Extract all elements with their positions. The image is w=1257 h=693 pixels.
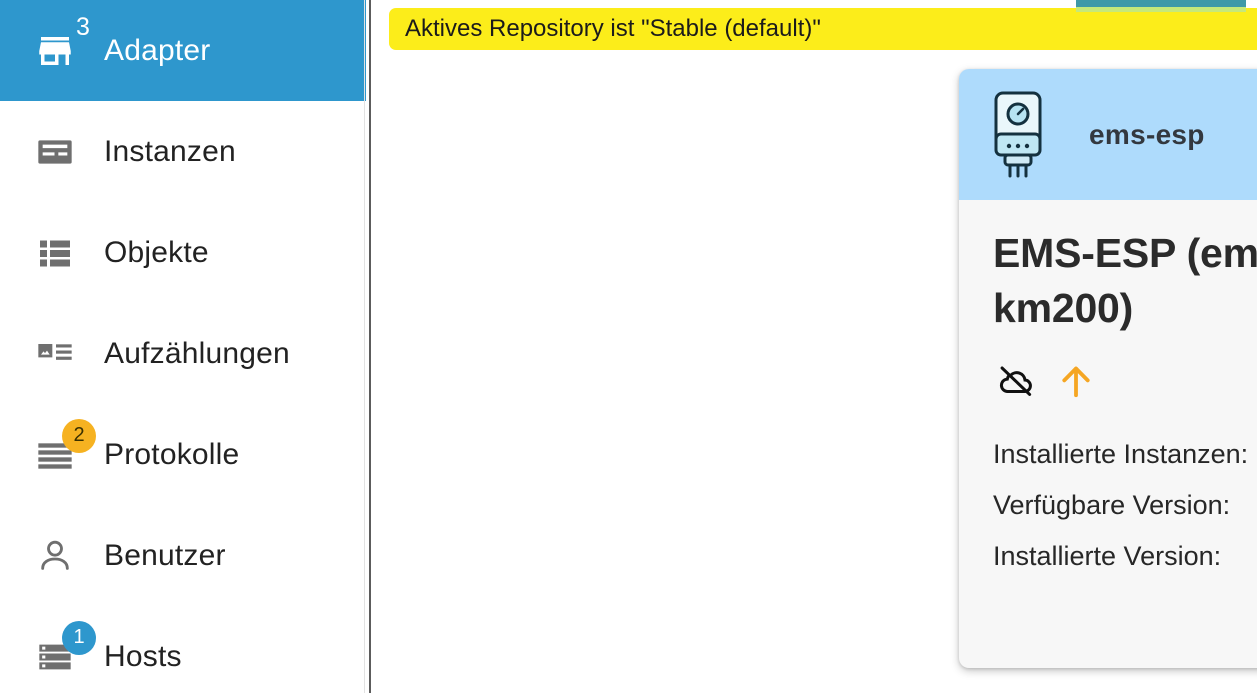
- cloud-off-icon[interactable]: [993, 362, 1039, 405]
- sidebar-divider: [364, 0, 365, 693]
- objects-icon: [32, 230, 78, 276]
- logs-icon: 2: [32, 418, 96, 478]
- tab-indicator-teal: [1076, 0, 1246, 7]
- sidebar-badge-adapter: 3: [76, 13, 90, 41]
- sidebar-item-label-instanzen: Instanzen: [104, 134, 236, 168]
- sidebar-item-aufzaehlungen[interactable]: Aufzählungen: [0, 303, 371, 404]
- adapter-page: 3 Adapter Instanzen Objekte Aufzählungen…: [0, 0, 1257, 693]
- info-label-installed-version: Installierte Version:: [993, 540, 1222, 571]
- info-row-installed-instances: Installierte Instanzen: 1: [993, 439, 1257, 490]
- main-content: Aktives Repository ist "Stable (default)…: [371, 0, 1257, 693]
- adapter-title: EMS-ESP (ems-esp & km200): [993, 230, 1257, 332]
- sidebar-badge-hosts: 1: [62, 620, 96, 655]
- adapter-status-icons: [993, 363, 1257, 405]
- adapter-card-name: ems-esp: [1089, 118, 1205, 150]
- main-inner: Aktives Repository ist "Stable (default)…: [389, 0, 1257, 693]
- tab-indicator-green: [1076, 7, 1246, 12]
- hosts-icon: 1: [32, 620, 96, 680]
- adapter-card-ems-esp[interactable]: ems-esp ★ ★ ★ ★ ★ EMS-ESP (ems-esp &: [959, 69, 1257, 668]
- user-icon: [32, 533, 78, 579]
- sidebar-item-hosts[interactable]: 1 Hosts: [0, 606, 371, 693]
- sidebar-item-label-aufzaehlungen: Aufzählungen: [104, 336, 290, 370]
- sidebar-item-adapter[interactable]: 3 Adapter: [0, 0, 371, 101]
- sidebar-item-label-adapter: Adapter: [104, 33, 211, 67]
- arrow-up-icon[interactable]: [1057, 361, 1095, 406]
- adapter-card-header: ems-esp ★ ★ ★ ★ ★: [959, 69, 1257, 200]
- sidebar-item-label-objekte: Objekte: [104, 235, 209, 269]
- adapter-info-list: Installierte Instanzen: 1 Verfügbare Ver…: [993, 439, 1257, 592]
- sidebar-item-benutzer[interactable]: Benutzer: [0, 505, 371, 606]
- active-repository-banner: Aktives Repository ist "Stable (default)…: [389, 8, 1257, 50]
- store-icon: 3: [32, 13, 90, 74]
- info-row-installed-version: Installierte Version: 1.4.0: [993, 541, 1257, 592]
- info-label-available-version: Verfügbare Version:: [993, 489, 1231, 520]
- active-repository-text: Aktives Repository ist "Stable (default)…: [405, 15, 821, 42]
- sidebar-scrollbar-thumb[interactable]: [369, 0, 371, 693]
- sidebar-item-protokolle[interactable]: 2 Protokolle: [0, 404, 371, 505]
- sidebar-item-instanzen[interactable]: Instanzen: [0, 101, 371, 202]
- enums-icon: [32, 331, 78, 377]
- sidebar-item-label-benutzer: Benutzer: [104, 538, 226, 572]
- boiler-icon: [983, 87, 1059, 183]
- sidebar-badge-protokolle: 2: [62, 418, 96, 453]
- sidebar-item-objekte[interactable]: Objekte: [0, 202, 371, 303]
- sidebar-item-label-protokolle: Protokolle: [104, 437, 240, 471]
- tab-indicator-bar: [389, 0, 1257, 12]
- sidebar-item-label-hosts: Hosts: [104, 639, 182, 673]
- info-label-installed-instances: Installierte Instanzen:: [993, 438, 1249, 469]
- adapter-card-body: EMS-ESP (ems-esp & km200): [959, 200, 1257, 592]
- instances-icon: [32, 129, 78, 175]
- info-row-available-version: Verfügbare Version: 1.4.0: [993, 490, 1257, 541]
- sidebar: 3 Adapter Instanzen Objekte Aufzählungen…: [0, 0, 371, 693]
